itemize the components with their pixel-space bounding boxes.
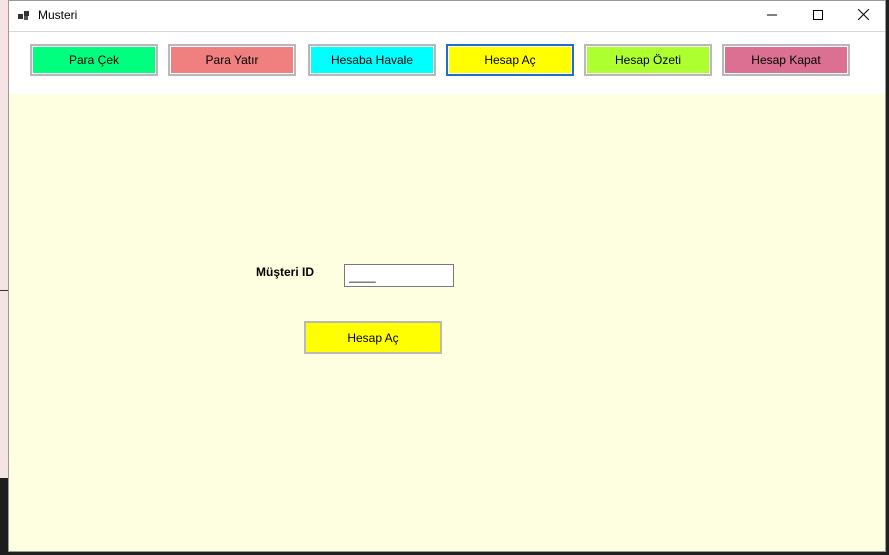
maximize-button[interactable] [795, 1, 841, 31]
hesap-ac-tab-label: Hesap Aç [484, 53, 536, 67]
para-yatir-button[interactable]: Para Yatır [168, 44, 296, 76]
hesap-kapat-button[interactable]: Hesap Kapat [722, 44, 850, 76]
hesap-ac-submit-label: Hesap Aç [347, 330, 399, 345]
hesaba-havale-button[interactable]: Hesaba Havale [308, 44, 436, 76]
para-yatir-label: Para Yatır [205, 53, 259, 67]
musteri-id-label: Müşteri ID [256, 265, 315, 279]
para-cek-label: Para Çek [68, 53, 120, 67]
minimize-icon [767, 7, 777, 25]
close-button[interactable] [840, 1, 886, 31]
content-panel: Müşteri ID Hesap Aç [9, 94, 885, 551]
hesap-ac-tab-button[interactable]: Hesap Aç [446, 44, 574, 76]
hesap-ozeti-fill: Hesap Özeti [587, 47, 709, 73]
hesap-ac-tab-fill: Hesap Aç [449, 47, 571, 73]
para-cek-fill: Para Çek [33, 47, 155, 73]
hesap-kapat-fill: Hesap Kapat [725, 47, 847, 73]
hesap-kapat-label: Hesap Kapat [751, 53, 821, 67]
minimize-button[interactable] [749, 1, 795, 31]
toolbar: Para Çek Para Yatır Hesaba Havale Hesap … [9, 32, 885, 94]
musteri-id-input[interactable] [344, 264, 454, 287]
para-yatir-fill: Para Yatır [171, 47, 293, 73]
maximize-icon [813, 7, 823, 25]
hesaba-havale-label: Hesaba Havale [330, 53, 414, 67]
close-icon [857, 7, 869, 25]
hesap-ac-submit-button[interactable]: Hesap Aç [304, 321, 442, 354]
hesap-ozeti-button[interactable]: Hesap Özeti [584, 44, 712, 76]
app-icon[interactable] [18, 9, 30, 21]
para-cek-button[interactable]: Para Çek [30, 44, 158, 76]
hesap-ozeti-label: Hesap Özeti [614, 53, 682, 67]
window-title: Musteri [38, 8, 78, 22]
hesaba-havale-fill: Hesaba Havale [311, 47, 433, 73]
musteri-window: Musteri Para Çek Para Yatır Hesaba Haval… [8, 0, 886, 552]
title-bar[interactable]: Musteri [9, 1, 885, 32]
